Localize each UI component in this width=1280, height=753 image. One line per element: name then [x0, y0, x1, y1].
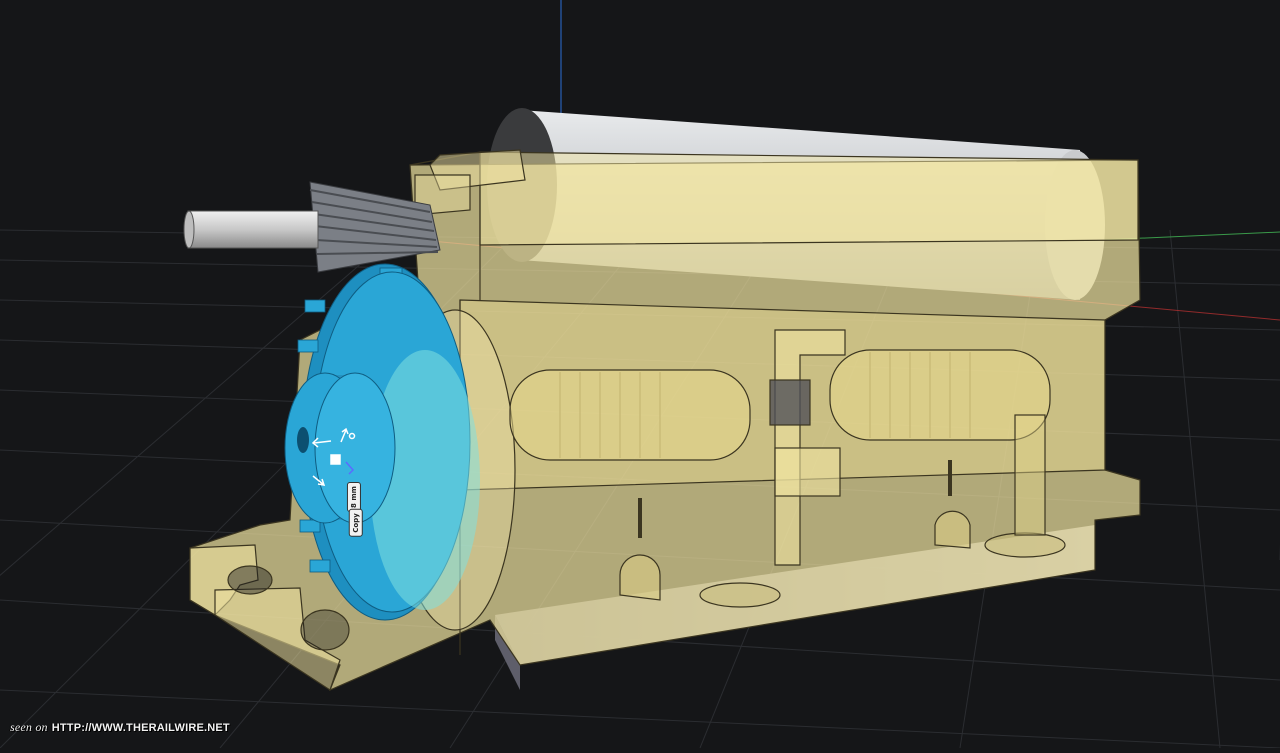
watermark: seen on HTTP://WWW.THERAILWIRE.NET	[10, 720, 230, 735]
gizmo-center-handle[interactable]	[330, 454, 341, 465]
copy-button[interactable]: Copy	[348, 509, 363, 537]
size-tag[interactable]: 8 mm	[346, 482, 361, 512]
gear-hub[interactable]	[284, 372, 396, 524]
3d-viewport[interactable]: 8 mm Copy seen on HTTP://WWW.THERAILWIRE.…	[0, 0, 1280, 749]
motor-shaft[interactable]	[183, 210, 319, 249]
viewport-canvas[interactable]	[0, 0, 1280, 749]
watermark-url: HTTP://WWW.THERAILWIRE.NET	[51, 722, 230, 734]
watermark-prefix: seen on	[10, 720, 48, 734]
